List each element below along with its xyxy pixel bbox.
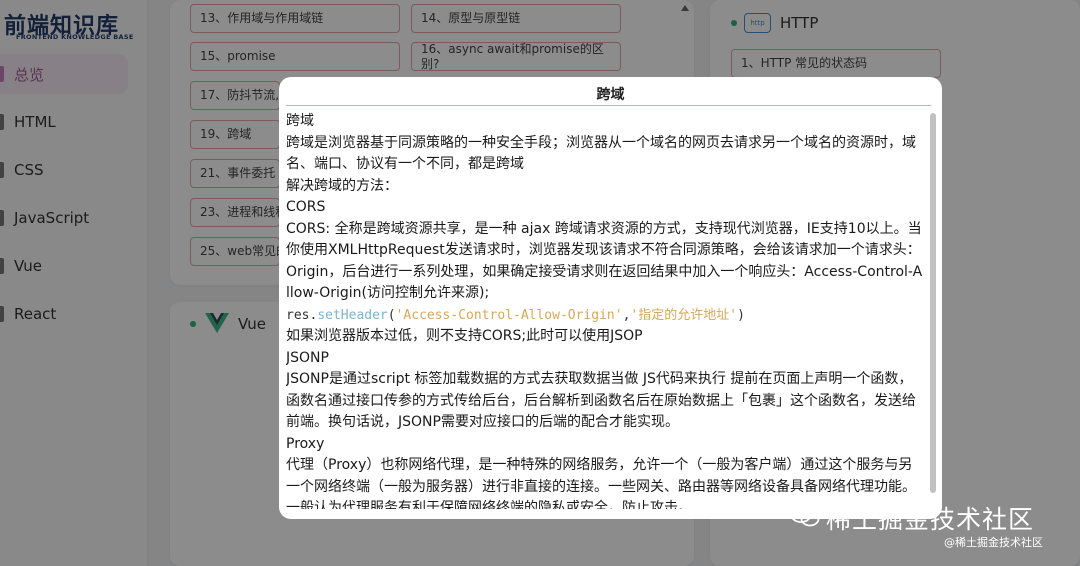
- code-token: 'Access-Control-Allow-Origin': [395, 307, 623, 323]
- paragraph: 如果浏览器版本过低，则不支持CORS;此时可以使用JSOP: [286, 328, 643, 344]
- code-token: (: [387, 307, 396, 323]
- code-token: '指定的允许地址': [630, 307, 738, 323]
- code-token: res.: [286, 307, 318, 323]
- heading: 跨域: [286, 113, 314, 129]
- modal-scrollbar[interactable]: [930, 113, 936, 493]
- paragraph: CORS: 全称是跨域资源共享，是一种 ajax 跨域请求资源的方式，支持现代浏…: [286, 220, 923, 302]
- paragraph: 跨域是浏览器基于同源策略的一种安全手段；浏览器从一个域名的网页去请求另一个域名的…: [286, 134, 916, 173]
- heading: JSONP: [286, 349, 329, 366]
- watermark-handle: @稀土掘金技术社区: [944, 536, 1043, 549]
- heading: Proxy: [286, 435, 325, 452]
- modal-divider: [286, 105, 931, 106]
- modal-content: 跨域 跨域是浏览器基于同源策略的一种安全手段；浏览器从一个域名的网页去请求另一个…: [286, 111, 926, 509]
- code-token: setHeader: [317, 307, 388, 323]
- paragraph: JSONP是通过script 标签加载数据的方式去获取数据当做 JS代码来执行 …: [286, 371, 916, 430]
- watermark-text: 稀土掘金技术社区: [826, 505, 1035, 534]
- code-token: ): [737, 307, 745, 323]
- question-modal: 跨域 跨域 跨域是浏览器基于同源策略的一种安全手段；浏览器从一个域名的网页去请求…: [279, 77, 942, 519]
- heading: CORS: [286, 199, 326, 215]
- modal-title: 跨域: [596, 87, 625, 103]
- paragraph: 解决跨域的方法：: [286, 177, 398, 194]
- wechat-icon: [790, 505, 820, 527]
- code-line: res.setHeader('Access-Control-Allow-Orig…: [286, 305, 926, 327]
